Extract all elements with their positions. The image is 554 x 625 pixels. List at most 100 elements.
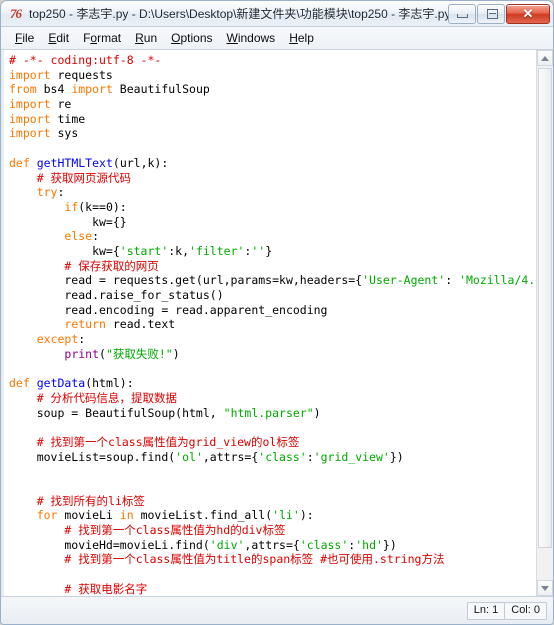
code-token-cmt: # 保存获取的网页 [9, 258, 159, 273]
code-line: except: [9, 332, 536, 347]
vertical-scrollbar[interactable] [536, 50, 553, 596]
menu-bar: File Edit Format Run Options Windows Hel… [1, 27, 553, 50]
code-token-pl: ) [313, 405, 321, 420]
code-line: read = requests.get(url,params=kw,header… [9, 273, 536, 288]
code-line: else: [9, 229, 536, 244]
code-line: def getHTMLText(url,k): [9, 156, 536, 171]
code-token-str: 'start' [119, 243, 169, 258]
code-editor[interactable]: # -*- coding:utf-8 -*- import requests fro… [1, 50, 536, 596]
code-token-kw: import [71, 82, 113, 97]
code-token-str: 'User-Agent' [362, 273, 446, 288]
code-token-str: 'li' [272, 508, 300, 523]
code-token-pl: ,attrs={ [202, 449, 259, 464]
code-token-def: getData [36, 376, 86, 391]
chevron-up-icon [541, 56, 549, 61]
code-token-pl: read.text [105, 317, 176, 332]
code-token-pl: }) [389, 449, 404, 464]
code-token-pl: time [50, 111, 86, 126]
menu-item-windows[interactable]: Windows [220, 29, 283, 47]
menu-item-help[interactable]: Help [282, 29, 321, 47]
code-line: # 获取电影名字 [9, 582, 536, 596]
source-code[interactable]: # -*- coding:utf-8 -*- import requests fro… [4, 50, 536, 596]
code-token-pl: soup = BeautifulSoup(html, [9, 405, 224, 420]
menu-item-edit[interactable]: Edit [41, 29, 76, 47]
code-token-str: 'div' [209, 537, 245, 552]
code-token-cmt: # -*- coding:utf-8 -*- [9, 53, 162, 67]
code-token-str: '' [251, 243, 266, 258]
code-line: # 找到第一个class属性值为grid_view的ol标签 [9, 435, 536, 450]
code-line: try: [9, 185, 536, 200]
code-token-kw: for [36, 508, 58, 523]
code-token-str: "html.parser" [223, 405, 314, 420]
code-token-pl: requests [50, 67, 113, 82]
maximize-icon [487, 8, 498, 19]
code-line: # 找到所有的li标签 [9, 494, 536, 509]
code-token-cmt: # 获取网页源代码 [9, 170, 132, 185]
code-line: import time [9, 112, 536, 127]
status-bar: Ln: 1 Col: 0 [1, 597, 553, 624]
code-token-kw: def [9, 376, 30, 391]
code-token-pl: sys [50, 126, 79, 141]
menu-item-run[interactable]: Run [128, 29, 164, 47]
code-token-str: 'class' [299, 537, 349, 552]
code-line: # 找到第一个class属性值为hd的div标签 [9, 523, 536, 538]
code-token-pl: read.raise_for_status() [9, 288, 224, 302]
code-token-cmt: # 找到第一个class属性值为grid_view的ol标签 [9, 434, 300, 449]
code-line: soup = BeautifulSoup(html, "html.parser"… [9, 406, 536, 421]
code-token-kw: import [9, 111, 51, 126]
maximize-button[interactable] [477, 3, 505, 24]
chevron-down-icon [541, 586, 549, 591]
menu-item-options[interactable]: Options [164, 29, 219, 47]
code-token-cmt: # 找到第一个class属性值为hd的div标签 [9, 523, 286, 537]
code-line: # 获取网页源代码 [9, 171, 536, 186]
code-token-cmt: # 分析代码信息，提取数据 [9, 390, 178, 405]
code-token-kw: return [64, 317, 106, 332]
scroll-down-button[interactable] [537, 580, 553, 596]
code-token-str: "获取失败!" [105, 346, 173, 361]
close-button[interactable]: ✕ [506, 3, 550, 24]
title-bar[interactable]: 76 top250 - 李志宇.py - D:\Users\Desktop\新建… [1, 1, 553, 27]
code-token-pl: movieList.find_all( [133, 508, 273, 523]
scrollbar-thumb[interactable] [538, 68, 552, 548]
code-token-kw: try [36, 185, 58, 200]
code-line: read.raise_for_status() [9, 288, 536, 303]
code-token-pl: } [265, 243, 273, 258]
code-token-kw: except [36, 332, 79, 347]
code-token-pl: :k, [168, 243, 190, 258]
minimize-button[interactable] [448, 3, 476, 24]
status-column-indicator: Col: 0 [504, 601, 547, 620]
code-token-str: 'class' [258, 449, 307, 464]
window-controls: ✕ [447, 3, 550, 24]
code-line: # -*- coding:utf-8 -*- [9, 53, 536, 68]
scroll-up-button[interactable] [537, 50, 553, 66]
code-token-cmt: # 获取电影名字 [9, 581, 148, 596]
minimize-icon [457, 13, 468, 18]
menu-item-format[interactable]: Format [76, 29, 128, 47]
code-token-cmt: # 找到所有的li标签 [9, 493, 145, 508]
code-token-kw: if [64, 199, 79, 214]
code-token-pl: read.encoding = read.apparent_encoding [9, 302, 328, 317]
code-token-pl: ): [299, 508, 314, 523]
code-token-pl: (k==0): [78, 199, 127, 214]
code-token-pl: read = requests.get(url,params=kw,header… [9, 273, 363, 288]
code-token-kw: in [119, 508, 134, 523]
close-icon: ✕ [522, 5, 534, 21]
code-token-def: getHTMLText [36, 155, 113, 170]
code-line: def getData(html): [9, 376, 536, 391]
code-token-kw: else [64, 229, 93, 244]
code-line: import re [9, 97, 536, 112]
code-line: import requests [9, 68, 536, 83]
menu-item-file[interactable]: File [8, 29, 41, 47]
